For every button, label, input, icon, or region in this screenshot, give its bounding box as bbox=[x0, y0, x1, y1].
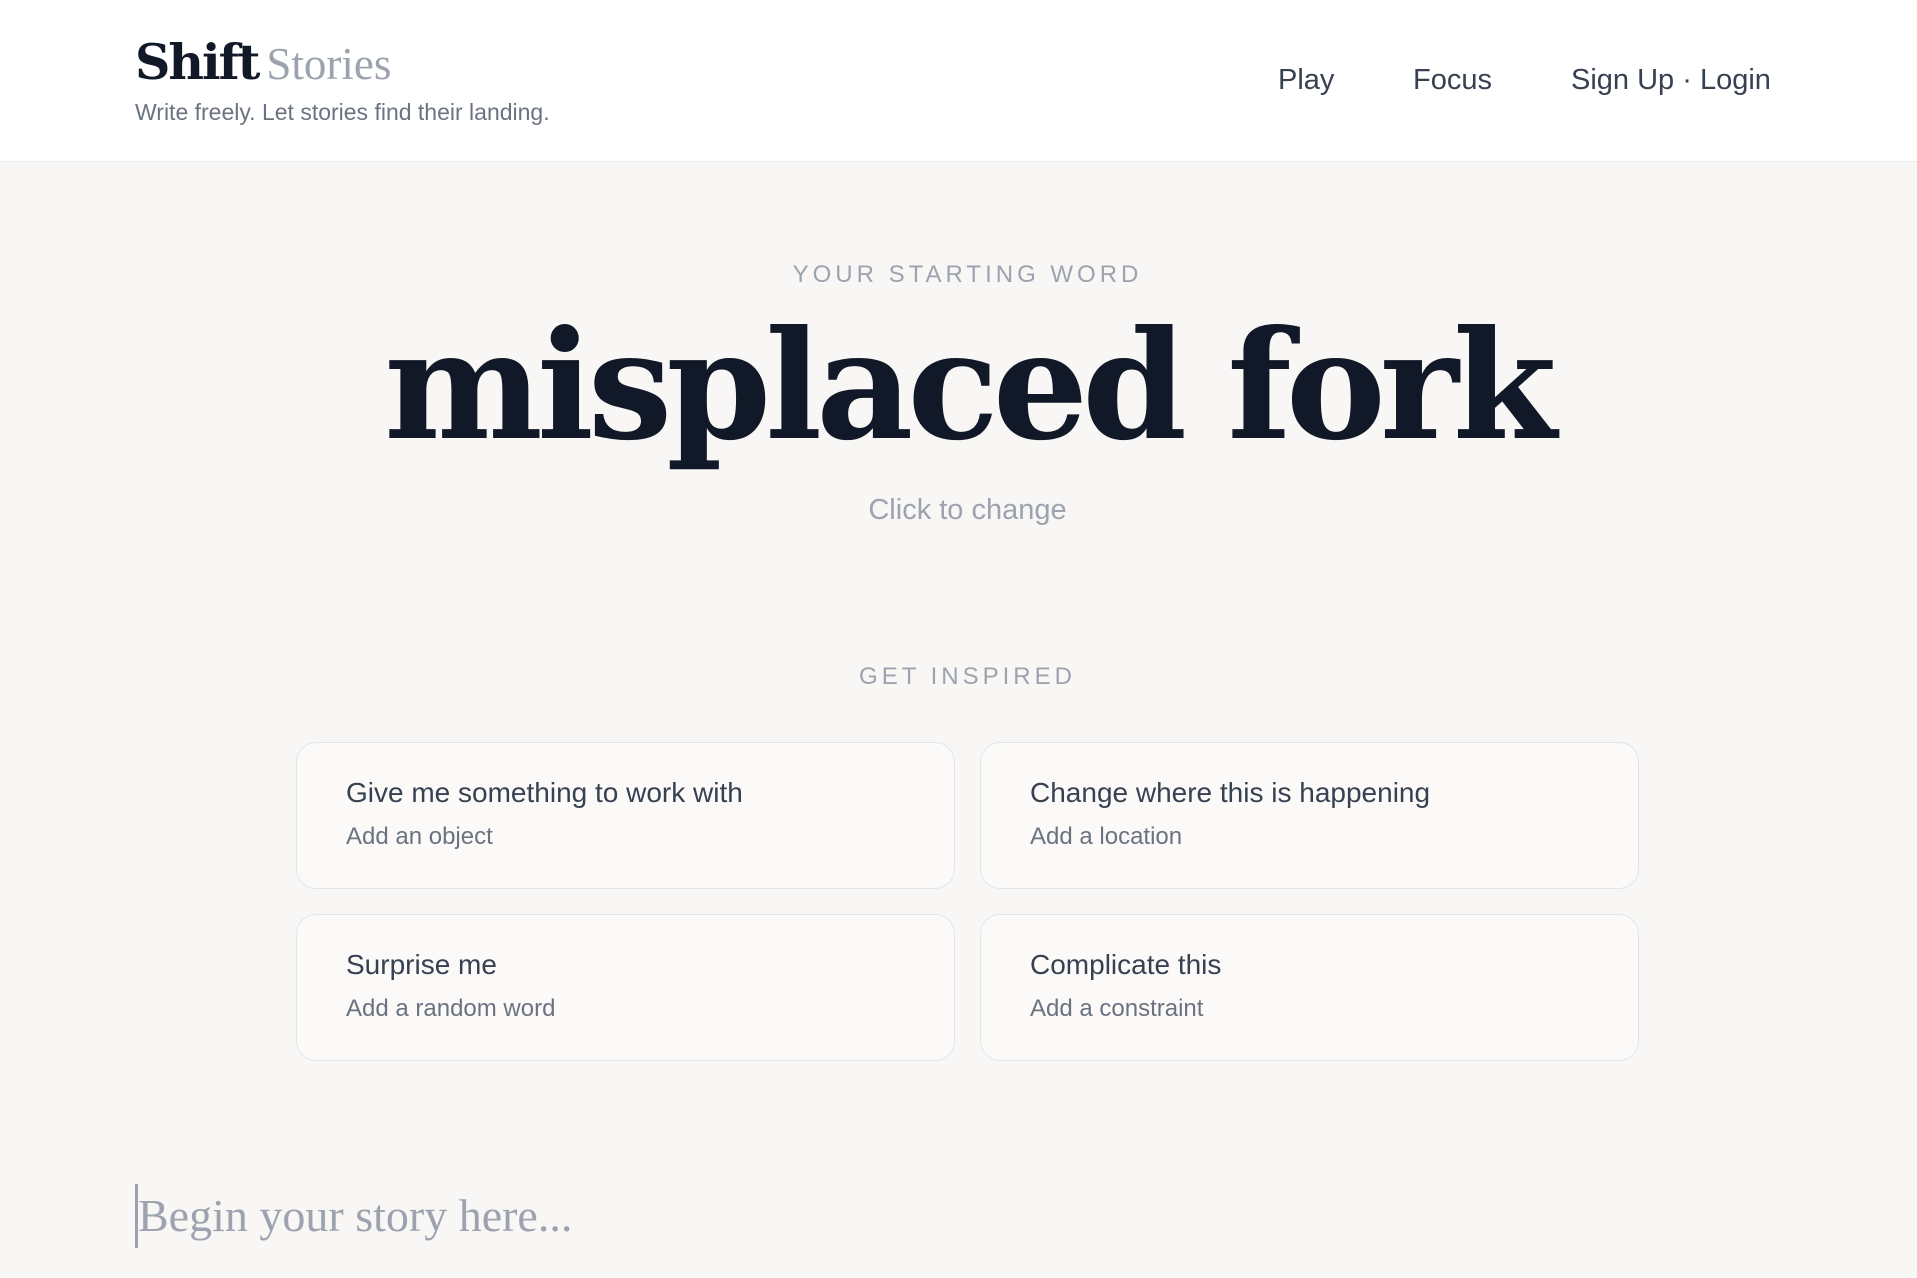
tagline: Write freely. Let stories find their lan… bbox=[135, 99, 550, 125]
inspire-card-random-word[interactable]: Surprise me Add a random word bbox=[296, 914, 955, 1061]
brand[interactable]: Shift Stories Write freely. Let stories f… bbox=[135, 38, 550, 126]
inspire-card-location[interactable]: Change where this is happening Add a loc… bbox=[980, 742, 1639, 889]
site-header: Shift Stories Write freely. Let stories f… bbox=[0, 0, 1917, 162]
change-word-hint[interactable]: Click to change bbox=[0, 494, 1917, 527]
nav-signup-login-link[interactable]: Sign Up · Login bbox=[1571, 62, 1771, 98]
get-inspired-label: GET INSPIRED bbox=[859, 663, 1076, 690]
card-subtitle: Add a constraint bbox=[1030, 995, 1204, 1022]
nav-focus-link[interactable]: Focus bbox=[1413, 62, 1492, 98]
card-title: Change where this is happening bbox=[1030, 777, 1431, 808]
card-title: Surprise me bbox=[346, 949, 497, 980]
starting-word-label: YOUR STARTING WORD bbox=[792, 261, 1143, 288]
story-editor[interactable]: Begin your story here... bbox=[135, 1184, 1775, 1248]
card-subtitle: Add a random word bbox=[346, 995, 556, 1022]
card-title: Give me something to work with bbox=[346, 777, 743, 808]
story-editor-placeholder: Begin your story here... bbox=[138, 1190, 573, 1241]
card-title: Complicate this bbox=[1030, 949, 1222, 980]
inspire-card-object[interactable]: Give me something to work with Add an ob… bbox=[296, 742, 955, 889]
logo[interactable]: Shift Stories bbox=[135, 38, 550, 87]
inspire-card-constraint[interactable]: Complicate this Add a constraint bbox=[980, 914, 1639, 1061]
card-subtitle: Add a location bbox=[1030, 823, 1183, 850]
nav-play-link[interactable]: Play bbox=[1278, 62, 1334, 98]
card-subtitle: Add an object bbox=[346, 823, 493, 850]
starting-word[interactable]: misplaced fork bbox=[0, 296, 1917, 476]
brand-name-secondary: Stories bbox=[266, 39, 392, 89]
brand-name-primary: Shift bbox=[135, 33, 260, 91]
